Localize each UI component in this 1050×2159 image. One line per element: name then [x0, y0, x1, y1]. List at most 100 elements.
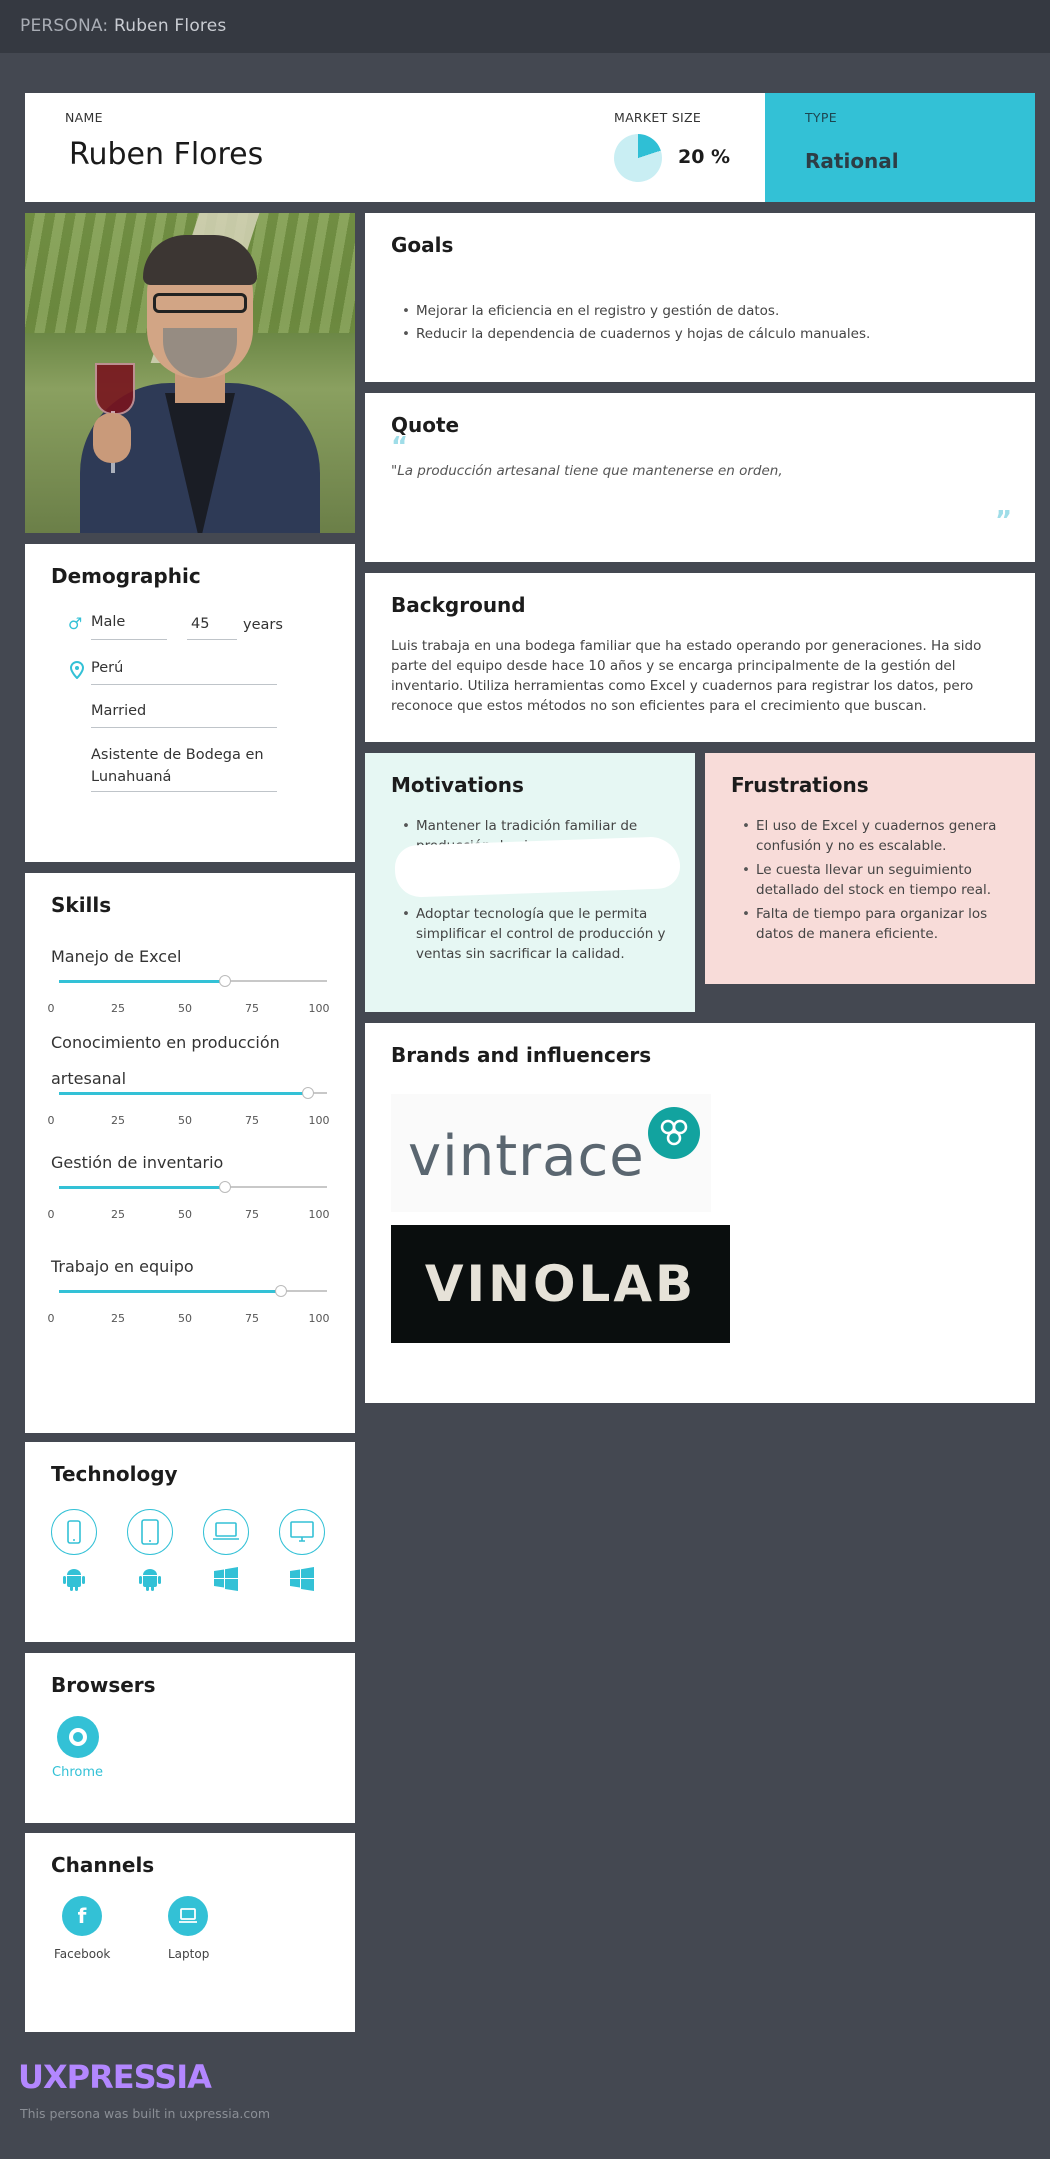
skill-label: Manejo de Excel: [51, 947, 182, 966]
hair-shape: [143, 235, 257, 285]
name-label: NAME: [65, 110, 103, 125]
frustration-item[interactable]: Le cuesta llevar un seguimiento detallad…: [742, 860, 1016, 900]
demographic-card: Demographic ♂ Male 45 years Perú Married…: [25, 544, 355, 862]
channel-label-laptop: Laptop: [168, 1947, 210, 1961]
redaction-scribble: [394, 836, 681, 898]
market-size-pie: [614, 134, 662, 182]
persona-photo[interactable]: [25, 213, 355, 533]
skill-tick-label: 0: [47, 1208, 55, 1221]
vinolab-logo[interactable]: VINOLAB: [391, 1225, 730, 1343]
location-underline: [91, 684, 277, 685]
skill-tick-label: 75: [245, 1208, 259, 1221]
skill-tick-label: 100: [308, 1312, 330, 1325]
status-field[interactable]: Married: [91, 703, 146, 719]
skill-tick-label: 75: [245, 1312, 259, 1325]
technology-title: Technology: [51, 1462, 178, 1486]
glasses-shape: [153, 293, 247, 313]
skill-tick-label: 25: [111, 1312, 125, 1325]
frustrations-title: Frustrations: [731, 773, 869, 797]
brands-title: Brands and influencers: [391, 1043, 652, 1067]
age-field[interactable]: 45: [191, 616, 209, 632]
vintrace-logo[interactable]: vintrace: [391, 1094, 711, 1212]
skill-tick-label: 50: [178, 1114, 192, 1127]
skill-tick-label: 0: [47, 1114, 55, 1127]
skill-tick-label: 25: [111, 1002, 125, 1015]
skill-slider-fill: [59, 1185, 226, 1189]
location-icon: [69, 660, 85, 683]
motivations-title: Motivations: [391, 773, 524, 797]
type-value[interactable]: Rational: [805, 149, 899, 173]
background-title: Background: [391, 593, 526, 617]
vintrace-emblem: [648, 1107, 700, 1159]
occupation-field[interactable]: Asistente de Bodega en Lunahuaná: [91, 744, 277, 788]
age-unit: years: [243, 617, 283, 633]
skill-tick-label: 75: [245, 1114, 259, 1127]
persona-title: PERSONA: Ruben Flores: [20, 16, 226, 36]
male-icon: ♂: [68, 614, 83, 633]
market-size-value[interactable]: 20 %: [678, 146, 730, 168]
frustration-item[interactable]: El uso de Excel y cuadernos genera confu…: [742, 816, 1016, 856]
laptop-icon[interactable]: [168, 1896, 208, 1936]
skill-label: Trabajo en equipo: [51, 1257, 194, 1276]
skill-tick-label: 0: [47, 1312, 55, 1325]
skills-title: Skills: [51, 893, 112, 917]
persona-label: PERSONA:: [20, 16, 109, 36]
laptop-icon[interactable]: [203, 1509, 249, 1555]
windows-icon: [213, 1566, 239, 1592]
chrome-label: Chrome: [52, 1765, 103, 1780]
footer-text: This persona was built in uxpressia.com: [20, 2106, 271, 2121]
location-field[interactable]: Perú: [91, 660, 123, 676]
top-bar: PERSONA: Ruben Flores: [0, 0, 1050, 53]
brands-card: Brands and influencers vintrace VINOLAB: [365, 1023, 1035, 1403]
skill-slider[interactable]: [59, 1285, 327, 1297]
skill-tick-label: 50: [178, 1002, 192, 1015]
header-card: NAME Ruben Flores MARKET SIZE 20 %: [25, 93, 765, 202]
tablet-icon[interactable]: [127, 1509, 173, 1555]
gender-underline: [91, 639, 167, 640]
background-card: Background Luis trabaja en una bodega fa…: [365, 573, 1035, 742]
channels-card: Channels f Facebook Laptop: [25, 1833, 355, 2032]
facebook-icon[interactable]: f: [62, 1896, 102, 1936]
age-underline: [187, 639, 237, 640]
skills-card: Skills Manejo de Excel 0 25 50 75 100 Conocimi…: [25, 873, 355, 1433]
frustrations-card: Frustrations El uso de Excel y cuadernos…: [705, 753, 1035, 984]
skill-slider-fill: [59, 979, 226, 983]
open-quote-icon: “: [391, 432, 409, 462]
skill-slider[interactable]: [59, 1181, 327, 1193]
skill-label: Gestión de inventario: [51, 1153, 224, 1172]
wine-glass-shape: [95, 363, 135, 415]
motivation-item[interactable]: Adoptar tecnología que le permita simpli…: [402, 904, 676, 964]
persona-name-heading[interactable]: Ruben Flores: [69, 137, 263, 172]
occupation-underline: [91, 791, 277, 792]
skill-slider-handle[interactable]: [302, 1087, 315, 1099]
skill-tick-label: 0: [47, 1002, 55, 1015]
skill-label: Conocimiento en producción artesanal: [51, 1033, 280, 1088]
channels-title: Channels: [51, 1853, 155, 1877]
goal-item[interactable]: Reducir la dependencia de cuadernos y ho…: [402, 324, 870, 344]
channel-label-facebook: Facebook: [54, 1947, 111, 1961]
skill-tick-label: 100: [308, 1208, 330, 1221]
skill-slider-fill: [59, 1091, 309, 1095]
skill-slider-handle[interactable]: [219, 975, 232, 987]
status-underline: [91, 727, 277, 728]
background-text[interactable]: Luis trabaja en una bodega familiar que …: [391, 636, 1011, 716]
goal-item[interactable]: Mejorar la eficiencia en el registro y g…: [402, 301, 779, 321]
skill-tick-label: 50: [178, 1208, 192, 1221]
skill-slider[interactable]: [59, 1087, 327, 1099]
skill-slider[interactable]: [59, 975, 327, 987]
android-icon: [137, 1566, 163, 1592]
uxpressia-logo[interactable]: UXPRESSIA: [18, 2058, 212, 2096]
quote-text[interactable]: "La producción artesanal tiene que mante…: [391, 463, 783, 479]
quote-card: Quote “ "La producción artesanal tiene q…: [365, 393, 1035, 562]
skill-slider-handle[interactable]: [275, 1285, 288, 1297]
type-label: TYPE: [805, 110, 837, 125]
close-quote-icon: ”: [995, 506, 1013, 536]
motivations-card: Motivations Mantener la tradición famili…: [365, 753, 695, 1012]
skill-slider-handle[interactable]: [219, 1181, 232, 1193]
desktop-icon[interactable]: [279, 1509, 325, 1555]
frustration-item[interactable]: Falta de tiempo para organizar los datos…: [742, 904, 1016, 944]
gender-field[interactable]: Male: [91, 614, 125, 630]
phone-icon[interactable]: [51, 1509, 97, 1555]
browsers-card: Browsers Chrome: [25, 1653, 355, 1823]
chrome-icon[interactable]: [57, 1716, 99, 1758]
